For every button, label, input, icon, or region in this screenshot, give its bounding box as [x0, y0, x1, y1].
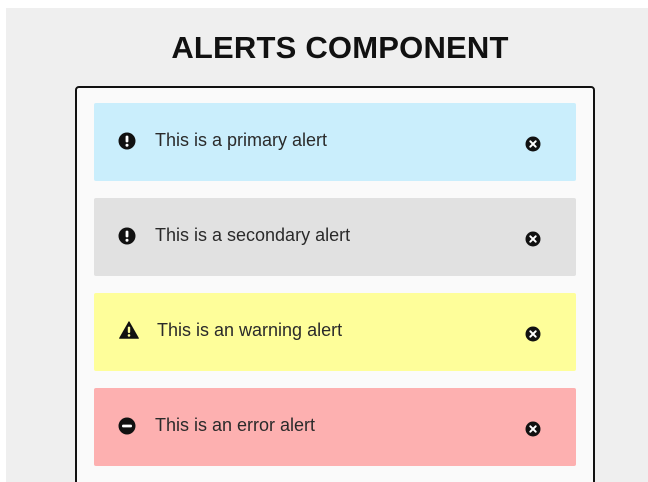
alert-message: This is a primary alert: [155, 130, 328, 150]
close-icon[interactable]: [525, 421, 541, 437]
alert-primary: This is a primary alert: [94, 103, 576, 181]
alert-warning: This is an warning alert: [94, 293, 576, 371]
alert-message: This is an warning alert: [157, 320, 343, 340]
alert-error: This is an error alert: [94, 388, 576, 466]
warning-triangle-icon: [119, 321, 139, 339]
alert-message: This is a secondary alert: [155, 225, 351, 245]
close-icon[interactable]: [525, 231, 541, 247]
page-background: ALERTS COMPONENT This is a primary alert: [6, 8, 648, 482]
alert-secondary: This is a secondary alert: [94, 198, 576, 276]
exclamation-circle-icon: [118, 132, 136, 150]
alerts-panel: This is a primary alert This is a second…: [75, 86, 595, 482]
alert-message: This is an error alert: [155, 415, 316, 435]
page-title: ALERTS COMPONENT: [171, 30, 509, 65]
minus-circle-icon: [118, 417, 136, 435]
exclamation-circle-icon: [118, 227, 136, 245]
close-icon[interactable]: [525, 326, 541, 342]
close-icon[interactable]: [525, 136, 541, 152]
